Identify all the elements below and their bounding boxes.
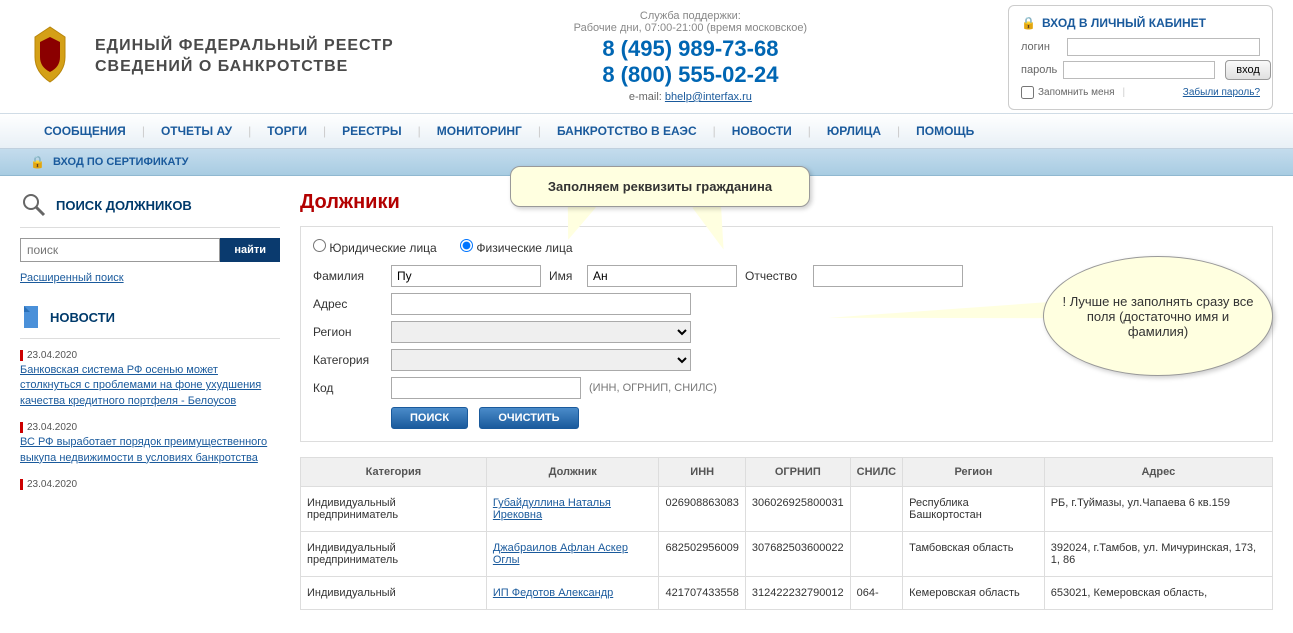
th-snils: СНИЛС xyxy=(850,458,902,487)
phone-1: 8 (495) 989-73-68 xyxy=(574,36,807,62)
news-item: 23.04.2020 Банковская система РФ осенью … xyxy=(20,349,280,409)
login-label: логин xyxy=(1021,41,1061,53)
nav-eaes[interactable]: БАНКРОТСТВО В ЕАЭС xyxy=(543,114,711,148)
region-select[interactable] xyxy=(391,321,691,343)
news-icon xyxy=(20,304,42,330)
th-debtor: Должник xyxy=(486,458,659,487)
th-category: Категория xyxy=(301,458,487,487)
results-table: Категория Должник ИНН ОГРНИП СНИЛС Регио… xyxy=(300,457,1273,610)
nav-reports[interactable]: ОТЧЕТЫ АУ xyxy=(147,114,246,148)
radio-person[interactable] xyxy=(460,239,473,252)
support-email[interactable]: bhelp@interfax.ru xyxy=(665,91,752,103)
cert-lock-icon: 🔒 xyxy=(30,155,45,169)
emblem-icon xyxy=(20,22,80,92)
callout-tip: ! Лучше не заполнять сразу все поля (дос… xyxy=(1043,256,1273,376)
nav-entities[interactable]: ЮРЛИЦА xyxy=(813,114,895,148)
nav-news[interactable]: НОВОСТИ xyxy=(718,114,806,148)
th-region: Регион xyxy=(903,458,1045,487)
remember-checkbox[interactable] xyxy=(1021,86,1034,99)
password-input[interactable] xyxy=(1063,61,1215,79)
password-label: пароль xyxy=(1021,64,1057,76)
nav-messages[interactable]: СООБЩЕНИЯ xyxy=(30,114,140,148)
category-select[interactable] xyxy=(391,349,691,371)
form-search-button[interactable]: ПОИСК xyxy=(391,407,468,429)
debtor-search-input[interactable] xyxy=(20,238,220,262)
news-link[interactable]: Банковская система РФ осенью может столк… xyxy=(20,363,280,409)
th-ogrnip: ОГРНИП xyxy=(745,458,850,487)
login-button[interactable]: вход xyxy=(1225,60,1271,80)
nav-help[interactable]: ПОМОЩЬ xyxy=(902,114,988,148)
news-item: 23.04.2020 ВС РФ выработает порядок преи… xyxy=(20,421,280,466)
callout-instructions: Заполняем реквизиты гражданина xyxy=(510,166,810,207)
magnifier-icon xyxy=(20,191,48,219)
forgot-password-link[interactable]: Забыли пароль? xyxy=(1183,87,1260,98)
th-inn: ИНН xyxy=(659,458,745,487)
site-title: ЕДИНЫЙ ФЕДЕРАЛЬНЫЙ РЕЕСТР СВЕДЕНИЙ О БАН… xyxy=(95,36,394,78)
debtor-search-button[interactable]: найти xyxy=(220,238,280,262)
debtor-link[interactable]: Джабраилов Афлан Аскер Оглы xyxy=(493,542,628,566)
nav-bar: СООБЩЕНИЯ| ОТЧЕТЫ АУ| ТОРГИ| РЕЕСТРЫ| МО… xyxy=(0,113,1293,149)
phone-2: 8 (800) 555-02-24 xyxy=(574,62,807,88)
debtor-link[interactable]: ИП Федотов Александр xyxy=(493,587,613,599)
radio-legal[interactable] xyxy=(313,239,326,252)
middlename-input[interactable] xyxy=(813,265,963,287)
address-input[interactable] xyxy=(391,293,691,315)
table-row: Индивидуальный предпринимательГубайдулли… xyxy=(301,487,1273,532)
login-panel: 🔒ВХОД В ЛИЧНЫЙ КАБИНЕТ логин пароль вход… xyxy=(1008,5,1273,110)
news-link[interactable]: ВС РФ выработает порядок преимущественно… xyxy=(20,435,280,466)
login-input[interactable] xyxy=(1067,38,1260,56)
firstname-input[interactable] xyxy=(587,265,737,287)
lock-icon: 🔒 xyxy=(1021,16,1036,30)
nav-trades[interactable]: ТОРГИ xyxy=(253,114,321,148)
advanced-search-link[interactable]: Расширенный поиск xyxy=(20,272,124,284)
cert-login-link[interactable]: ВХОД ПО СЕРТИФИКАТУ xyxy=(53,156,188,168)
table-row: Индивидуальный предпринимательДжабраилов… xyxy=(301,532,1273,577)
form-clear-button[interactable]: ОЧИСТИТЬ xyxy=(479,407,578,429)
lastname-input[interactable] xyxy=(391,265,541,287)
nav-monitoring[interactable]: МОНИТОРИНГ xyxy=(423,114,536,148)
code-input[interactable] xyxy=(391,377,581,399)
support-block: Служба поддержки: Рабочие дни, 07:00-21:… xyxy=(574,10,807,103)
th-address: Адрес xyxy=(1044,458,1272,487)
news-item: 23.04.2020 xyxy=(20,478,280,492)
table-row: ИндивидуальныйИП Федотов Александр421707… xyxy=(301,577,1273,610)
debtor-link[interactable]: Губайдуллина Наталья Ирековна xyxy=(493,497,611,521)
nav-registries[interactable]: РЕЕСТРЫ xyxy=(328,114,415,148)
